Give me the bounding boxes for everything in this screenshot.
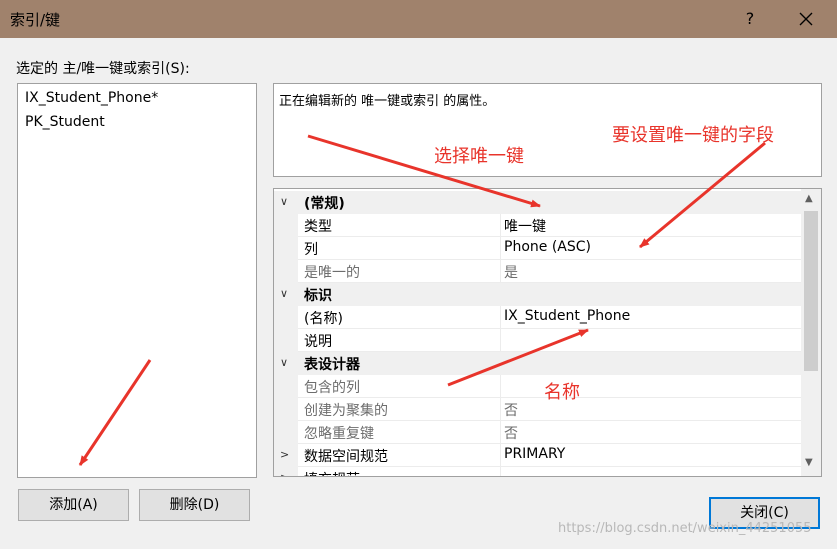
grid-property-row[interactable]: (名称) IX_Student_Phone [274, 306, 801, 329]
property-name: 类型 [304, 219, 332, 235]
grid-category-row[interactable]: ∨ 表设计器 [274, 352, 801, 375]
collapse-icon[interactable]: ∨ [280, 287, 288, 300]
grid-category-row[interactable]: ∨ 标识 [274, 283, 801, 306]
row-gutter [274, 375, 298, 398]
grid-property-row[interactable]: > 填充规范 [274, 467, 801, 476]
property-value[interactable]: 是 [504, 262, 518, 282]
scroll-up-icon[interactable]: ▲ [805, 193, 813, 204]
property-value[interactable]: 唯一键 [504, 216, 546, 236]
description-text: 正在编辑新的 唯一键或索引 的属性。 [279, 94, 496, 109]
collapse-icon[interactable]: ∨ [280, 195, 288, 208]
help-button[interactable]: ? [736, 6, 764, 32]
expand-icon[interactable]: > [280, 448, 289, 461]
row-gutter [274, 260, 298, 283]
grid-category-row[interactable]: ∨ (常规) [274, 191, 801, 214]
property-name: (名称) [304, 311, 343, 327]
property-value[interactable]: IX_Student_Phone [504, 308, 630, 324]
property-name: 说明 [304, 334, 332, 350]
property-name: 列 [304, 242, 318, 258]
grid-property-row[interactable]: 创建为聚集的 否 [274, 398, 801, 421]
grid-property-row[interactable]: 包含的列 [274, 375, 801, 398]
property-name: 忽略重复键 [304, 426, 374, 442]
delete-button[interactable]: 删除(D) [139, 489, 250, 521]
property-name: 是唯一的 [304, 265, 360, 281]
row-gutter: > [274, 444, 298, 467]
column-divider [500, 398, 501, 421]
column-divider [500, 375, 501, 398]
column-divider [500, 306, 501, 329]
column-divider [500, 329, 501, 352]
add-button[interactable]: 添加(A) [18, 489, 129, 521]
list-item-pk-student[interactable]: PK_Student [25, 112, 105, 132]
row-gutter [274, 214, 298, 237]
keys-listbox[interactable]: IX_Student_Phone* PK_Student [17, 83, 257, 478]
annotation-set-field: 要设置唯一键的字段 [612, 125, 774, 146]
list-item-ix-student-phone[interactable]: IX_Student_Phone* [25, 88, 158, 108]
annotation-name: 名称 [544, 382, 580, 403]
row-gutter [274, 237, 298, 260]
category-label: 标识 [304, 288, 332, 304]
property-name: 创建为聚集的 [304, 403, 388, 419]
row-gutter: ∨ [274, 191, 298, 214]
property-value[interactable]: Phone (ASC) [504, 239, 591, 255]
selected-keys-label: 选定的 主/唯一键或索引(S): [16, 61, 190, 77]
close-icon [799, 12, 813, 26]
window-title: 索引/键 [10, 11, 61, 29]
property-grid[interactable]: ∨ (常规) 类型 唯一键列 Phone (ASC) 是唯一的 是 ∨ 标识 (名称) IX_Stu… [273, 188, 822, 477]
row-gutter [274, 398, 298, 421]
grid-property-row[interactable]: 列 Phone (ASC) [274, 237, 801, 260]
grid-property-row[interactable]: 说明 [274, 329, 801, 352]
column-divider [500, 444, 501, 467]
row-gutter: ∨ [274, 352, 298, 375]
column-divider [500, 237, 501, 260]
annotation-select-unique: 选择唯一键 [434, 146, 524, 167]
column-divider [500, 214, 501, 237]
grid-property-row[interactable]: 是唯一的 是 [274, 260, 801, 283]
scroll-thumb[interactable] [804, 211, 818, 371]
row-gutter [274, 306, 298, 329]
property-name: 数据空间规范 [304, 449, 388, 465]
property-value[interactable]: 否 [504, 400, 518, 420]
grid-scrollbar[interactable]: ▲ ▼ [801, 189, 821, 476]
watermark: https://blog.csdn.net/weixin_44251055 [558, 521, 812, 536]
grid-property-row[interactable]: 类型 唯一键 [274, 214, 801, 237]
row-gutter [274, 329, 298, 352]
property-value[interactable]: 否 [504, 423, 518, 443]
property-value[interactable]: PRIMARY [504, 446, 565, 462]
row-gutter: ∨ [274, 283, 298, 306]
category-label: 表设计器 [304, 357, 360, 373]
property-name: 包含的列 [304, 380, 360, 396]
scroll-down-icon[interactable]: ▼ [805, 457, 813, 468]
row-gutter: > [274, 467, 298, 476]
category-label: (常规) [304, 196, 345, 212]
title-bar: 索引/键 ? [0, 0, 837, 38]
expand-icon[interactable]: > [280, 471, 289, 476]
column-divider [500, 421, 501, 444]
row-gutter [274, 421, 298, 444]
close-window-button[interactable] [792, 6, 820, 32]
property-name: 填充规范 [304, 469, 360, 476]
grid-property-row[interactable]: > 数据空间规范 PRIMARY [274, 444, 801, 467]
grid-property-row[interactable]: 忽略重复键 否 [274, 421, 801, 444]
column-divider [500, 260, 501, 283]
column-divider [500, 467, 501, 476]
collapse-icon[interactable]: ∨ [280, 356, 288, 369]
